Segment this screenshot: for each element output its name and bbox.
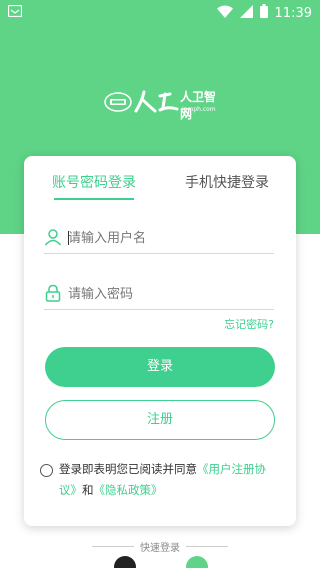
battery-icon [259,4,268,22]
quick-login-label: 快速登录 [140,543,180,554]
user-icon [44,228,62,250]
username-input[interactable] [68,227,268,249]
agreement-checkbox[interactable] [40,464,53,477]
login-button[interactable]: 登录 [45,347,275,387]
register-button[interactable]: 注册 [45,400,275,440]
agreement-conjunction: 和 [82,483,94,497]
text-cursor [68,231,69,245]
wifi-icon [216,5,233,22]
agreement-prefix: 登录即表明您已阅读并同意 [59,462,197,476]
forgot-password-link[interactable]: 忘记密码? [224,316,274,332]
social-login-icon[interactable] [114,556,136,568]
tab-password-login[interactable]: 账号密码登录 [52,172,136,192]
status-bar: 11:39 [0,0,320,24]
privacy-policy-link[interactable]: 《隐私政策》 [94,483,163,497]
password-field[interactable] [44,278,274,310]
password-input[interactable] [68,283,268,305]
logo-name: 人卫智网 [180,90,217,121]
social-login-icon[interactable] [186,556,208,568]
lock-icon [44,284,62,306]
login-card: 账号密码登录 手机快捷登录 忘记密码? 登录 注册 登录即表明您已阅读并同意《用… [24,156,296,526]
divider-line-right [186,546,228,547]
username-field[interactable] [44,222,274,254]
notification-icon [7,4,23,21]
app-logo: 人卫智网 ipmph.com [104,88,216,121]
tab-phone-login[interactable]: 手机快捷登录 [185,172,269,192]
logo-subtext: ipmph.com [182,106,216,113]
status-time: 11:39 [274,5,312,21]
active-tab-indicator [54,198,134,200]
quick-login-divider: 快速登录 [0,538,320,554]
agreement-text: 登录即表明您已阅读并同意《用户注册协议》和《隐私政策》 [59,459,279,501]
signal-icon [239,4,253,22]
